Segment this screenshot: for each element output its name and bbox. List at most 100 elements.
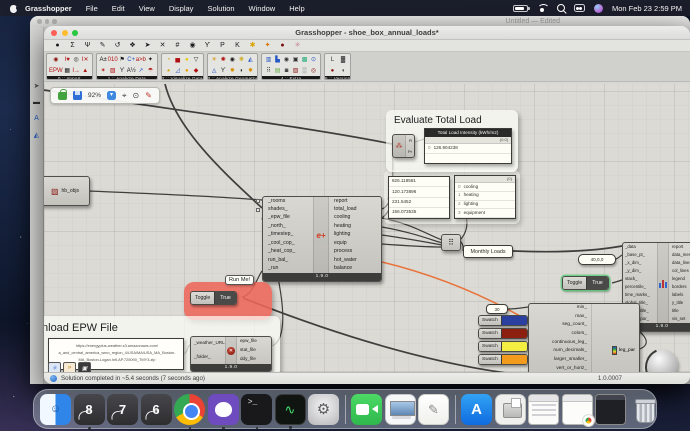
toolbar-component-icon[interactable]: I→ [72, 68, 81, 74]
grasshopper-canvas[interactable]: 92% ▾ ⌖ ⊙ ✎ ▨ hb_objs Evaluate Total Loa… [44, 84, 690, 372]
focus-icon[interactable]: ⌖ [122, 92, 127, 100]
toolbar-component-icon[interactable]: I✕ [81, 57, 90, 63]
output-port[interactable]: stat_file [237, 348, 271, 353]
input-port[interactable]: num_decimals_ [529, 349, 591, 354]
input-port[interactable]: continuous_leg_ [529, 341, 591, 346]
toolbar-component-icon[interactable]: ϒ [118, 68, 127, 74]
output-port[interactable]: report [669, 245, 690, 249]
toolbar-component-icon[interactable]: ▧ [108, 68, 118, 74]
component-tab[interactable]: ● [277, 42, 288, 49]
toolbar-component-icon[interactable]: ▲ [81, 68, 90, 74]
toolbar-component-icon[interactable]: ◙ [282, 68, 291, 74]
load-names-panel[interactable]: {0} 0cooling 1heating 2lighting 3equipme… [454, 175, 516, 219]
dock-github-icon[interactable] [208, 394, 239, 425]
rhino-tool-icon[interactable]: ▬ [33, 99, 40, 106]
rhino-text-tool-icon[interactable]: A [34, 115, 39, 122]
toolbar-component-icon[interactable]: ⠿ [264, 68, 273, 74]
toolbar-component-icon[interactable]: L [328, 57, 337, 63]
wifi-icon[interactable] [537, 4, 548, 13]
battery-icon[interactable] [513, 5, 528, 12]
component-tab[interactable]: # [172, 42, 183, 49]
toolbar-component-icon[interactable]: ▣ [291, 57, 300, 63]
rhino-traffic-lights[interactable] [37, 19, 57, 24]
input-port[interactable]: _cool_cop_ [263, 241, 313, 246]
canvas-compass-widget[interactable] [648, 350, 678, 372]
toolbar-component-icon[interactable]: ▓ [339, 57, 348, 63]
dock-preview-icon[interactable] [385, 394, 416, 425]
menubar-item[interactable]: Window [242, 4, 283, 13]
input-port[interactable]: _y_dim_ [623, 269, 657, 273]
menubar-item[interactable]: Grasshopper [18, 4, 79, 13]
output-port[interactable]: data_lines [669, 261, 690, 265]
toolbar-component-icon[interactable]: ◉ [228, 57, 237, 63]
output-port[interactable]: total_load [329, 207, 381, 212]
dock-system-settings-icon[interactable]: ⚙ [308, 394, 339, 425]
toolbar-component-icon[interactable]: ● [182, 68, 191, 74]
dock-rhino8-icon[interactable]: 8 [74, 394, 105, 425]
toolbar-component-icon[interactable]: ✺ [219, 57, 228, 63]
output-port[interactable]: report [329, 199, 381, 204]
toolbar-component-icon[interactable]: ◗ [237, 68, 246, 74]
swatch-color[interactable] [501, 342, 527, 351]
apple-menu-icon[interactable] [9, 4, 18, 13]
python-icon[interactable]: ⚛ [48, 362, 61, 372]
input-port[interactable]: shades_ [263, 207, 313, 212]
color-swatch-component[interactable]: Swatch [478, 315, 528, 326]
dock-minimized-window-icon[interactable] [528, 394, 559, 425]
toolbar-component-icon[interactable]: ▦ [63, 68, 72, 74]
toolbar-component-icon[interactable]: ϒ [219, 68, 228, 74]
dock-rhino7-icon[interactable]: 7 [107, 394, 138, 425]
component-tab[interactable]: ✱ [247, 42, 258, 49]
stack-toggle[interactable]: Toggle True [562, 276, 609, 290]
input-port[interactable]: _heat_cop_ [263, 249, 313, 254]
hb-annual-loads-component[interactable]: _roomsshades__epw_file_north__timestep__… [262, 196, 382, 282]
input-port[interactable]: _timestep_ [263, 232, 313, 237]
input-port[interactable]: run_bal_ [263, 258, 313, 263]
toolbar-component-icon[interactable]: ◆ [192, 68, 201, 74]
toolbar-component-icon[interactable]: ▩ [300, 57, 309, 63]
component-tab[interactable]: ↺ [112, 42, 123, 49]
normalize-component[interactable]: ⁂ RPr [392, 134, 415, 158]
eye-icon[interactable]: ⊙ [133, 92, 140, 100]
toolbar-component-icon[interactable]: ✸ [246, 68, 255, 74]
input-port[interactable]: _x_dim_ [623, 261, 657, 265]
lock-icon[interactable] [58, 92, 67, 100]
output-port[interactable]: process [329, 249, 381, 254]
dock-minimized-window-dark-icon[interactable] [595, 394, 626, 425]
toolbar-component-icon[interactable]: ▒ [300, 68, 309, 74]
hb-objs-component[interactable]: ▨ hb_objs [44, 176, 90, 206]
output-port[interactable]: heating [329, 224, 381, 229]
toolbar-component-icon[interactable]: ◎ [72, 57, 81, 63]
menubar-item[interactable]: Solution [200, 4, 241, 13]
dock-rhino6-icon[interactable]: 6 [141, 394, 172, 425]
component-tab[interactable]: ➤ [142, 42, 153, 49]
output-port[interactable]: col_lines [669, 269, 690, 273]
color-swatch-component[interactable]: Swatch [478, 328, 528, 339]
toolbar-component-icon[interactable]: ▙ [273, 57, 282, 63]
output-port[interactable]: equip [329, 241, 381, 246]
component-tab[interactable]: Σ [67, 42, 78, 49]
output-port[interactable]: title [669, 309, 690, 313]
component-tab[interactable]: ✳ [292, 42, 303, 49]
input-port[interactable]: _base_pt_ [623, 253, 657, 257]
toolbar-component-icon[interactable]: C+ [127, 57, 136, 63]
total-load-intensity-panel[interactable]: Total Load Intensity (kWh/m2) {0;0} 0126… [424, 128, 512, 164]
output-port[interactable]: data_mesh [669, 253, 690, 257]
input-port[interactable]: _epw_file [263, 215, 313, 220]
toolbar-component-icon[interactable]: 010 [108, 57, 118, 63]
component-tab[interactable]: P [217, 42, 228, 49]
toolbar-component-icon[interactable]: I♥ [63, 57, 72, 63]
swatch-color[interactable] [501, 355, 527, 364]
dock-separator[interactable] [345, 395, 346, 424]
toolbar-component-icon[interactable]: ▽ [192, 57, 201, 63]
toolbar-component-icon[interactable]: ◎ [309, 68, 318, 74]
min-value-pill[interactable]: 30 [486, 304, 508, 314]
toolbar-component-icon[interactable]: ▥ [264, 57, 273, 63]
rhino-cursor-icon[interactable]: ➤ [34, 82, 40, 90]
toolbar-component-icon[interactable]: a>b [136, 57, 146, 63]
dock-notes-icon[interactable]: ✎ [418, 394, 449, 425]
menubar-item[interactable]: View [132, 4, 162, 13]
toolbar-component-icon[interactable]: ● [328, 68, 337, 74]
color-swatch-component[interactable]: Swatch [478, 341, 528, 352]
run-toggle[interactable]: Toggle True [190, 291, 237, 305]
